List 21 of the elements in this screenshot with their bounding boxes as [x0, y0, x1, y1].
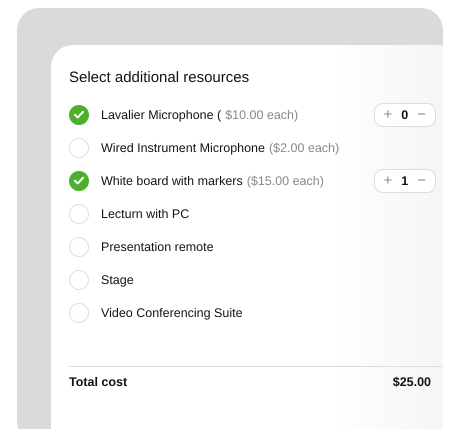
decrement-button[interactable]: −	[417, 172, 426, 188]
increment-button[interactable]: +	[384, 172, 392, 188]
resource-name: White board with markers	[101, 174, 243, 188]
decrement-button[interactable]: −	[417, 106, 426, 122]
total-label: Total cost	[69, 375, 128, 389]
resource-name: Presentation remote	[101, 240, 214, 254]
increment-button[interactable]: +	[384, 106, 392, 122]
checkbox[interactable]	[69, 170, 89, 190]
resource-name: Lecturn with PC	[101, 206, 190, 220]
panel-title: Select additional resources	[69, 69, 250, 86]
resource-name: Wired Instrument Microphone	[101, 140, 265, 154]
checkbox[interactable]	[69, 104, 89, 124]
resource-price: ($15.00 each)	[246, 174, 324, 188]
quantity-value: 1	[401, 174, 408, 188]
resource-price: $10.00 each)	[225, 108, 298, 122]
resource-price: ($2.00 each)	[268, 140, 340, 154]
resource-name: Stage	[101, 272, 134, 286]
resource-name: Video Conferencing Suite	[101, 306, 243, 320]
total-value: $25.00	[392, 375, 431, 389]
quantity-value: 0	[401, 108, 408, 122]
resource-name: Lavalier Microphone (	[101, 108, 222, 122]
